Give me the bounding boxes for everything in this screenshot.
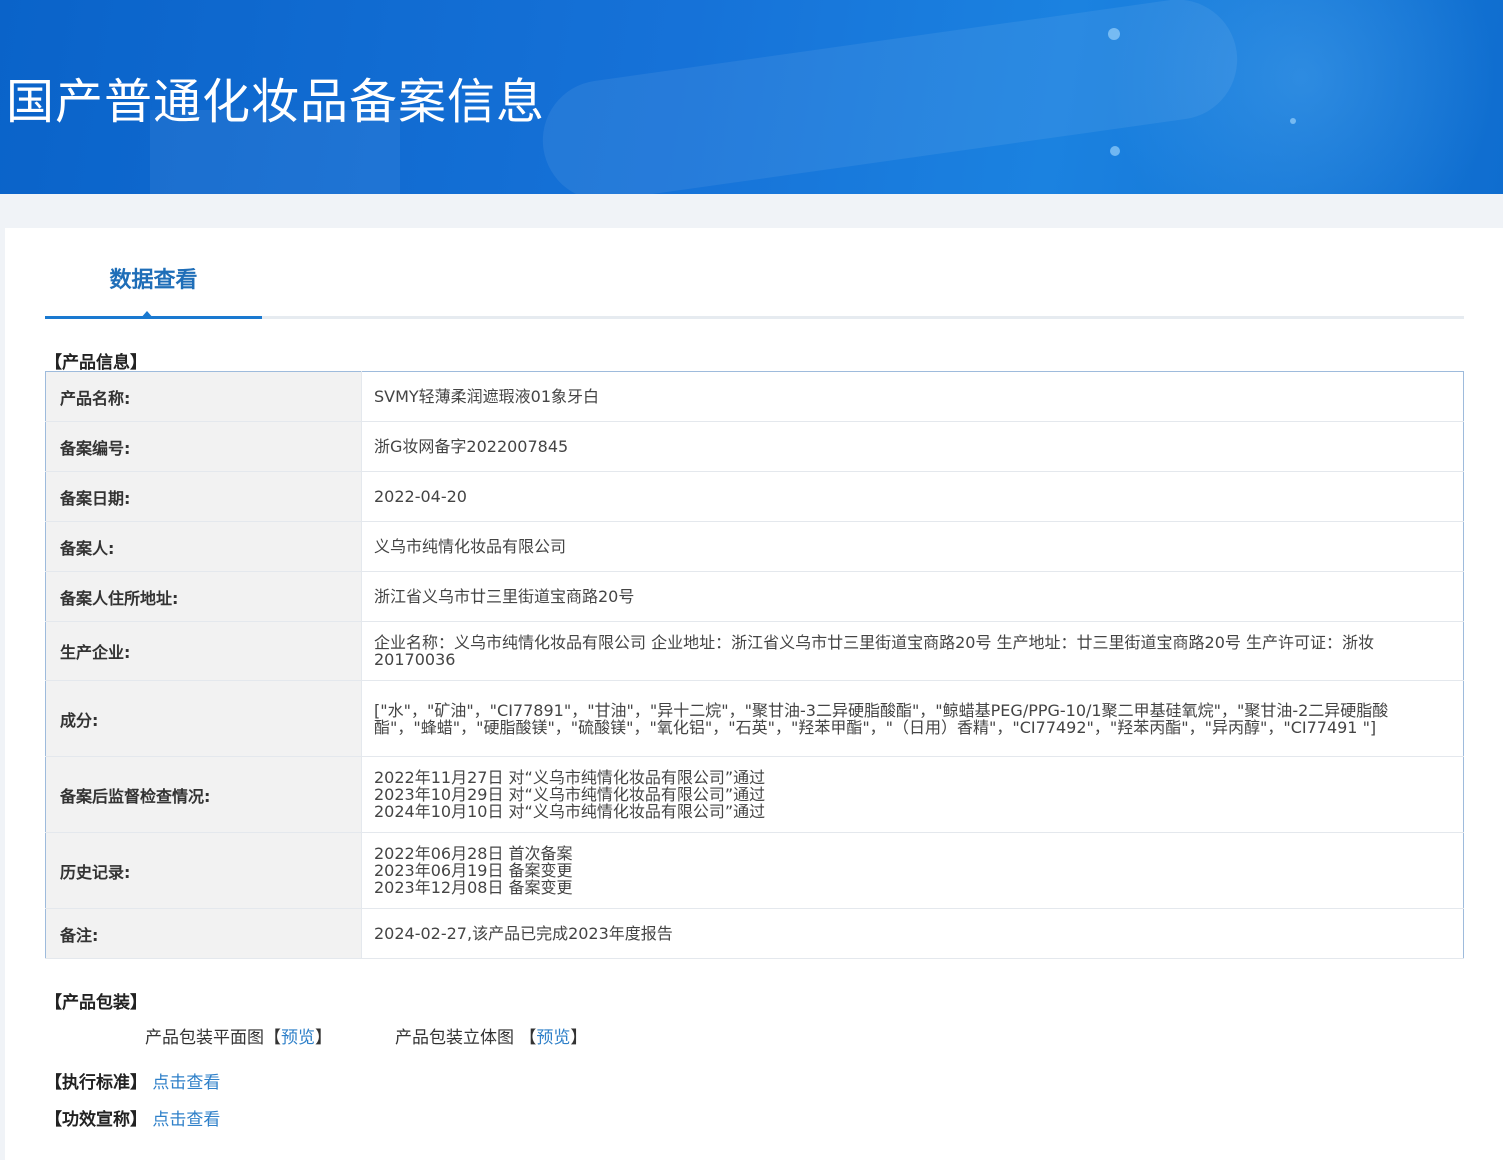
preview-solid-link[interactable]: 预览 [536, 1028, 570, 1048]
tab-data-view[interactable]: 数据查看 [45, 258, 262, 319]
info-row: 产品名称: SVMY轻薄柔润遮瑕液01象牙白 [45, 371, 1464, 422]
execution-standard-row: 【执行标准】 点击查看 [45, 1068, 220, 1093]
product-info-table: 产品名称: SVMY轻薄柔润遮瑕液01象牙白 备案编号: 浙G妆网备字20220078… [45, 371, 1464, 959]
banner-dot [1108, 28, 1120, 40]
bracket: 【 [519, 1028, 537, 1048]
content-panel: 数据查看 【产品信息】 产品名称: SVMY轻薄柔润遮瑕液01象牙白 备案编号: 浙G… [5, 228, 1503, 1160]
packaging-flat-item: 产品包装平面图【预览】 [145, 1023, 332, 1048]
bracket: 【 [264, 1028, 281, 1048]
info-row-label: 备注: [45, 908, 362, 959]
bracket: 】 [570, 1028, 588, 1048]
info-value-line: 2023年10月29日 对“义乌市纯情化妆品有限公司”通过 [374, 785, 766, 804]
info-row-label: 备案人: [45, 521, 362, 572]
info-row-value: 2022年11月27日 对“义乌市纯情化妆品有限公司”通过 2023年10月29日… [361, 756, 1464, 833]
info-row: 成分: ["水"，"矿油"，"CI77891"，"甘油"，"异十二烷"，"聚甘油-… [45, 680, 1464, 757]
efficacy-claim-row: 【功效宣称】 点击查看 [45, 1105, 220, 1130]
info-value-line: 2022年11月27日 对“义乌市纯情化妆品有限公司”通过 [374, 768, 766, 787]
info-value-line: 2023年12月08日 备案变更 [374, 878, 573, 897]
info-row: 备案编号: 浙G妆网备字2022007845 [45, 421, 1464, 472]
info-row-value: 企业名称：义乌市纯情化妆品有限公司 企业地址：浙江省义乌市廿三里街道宝商路20号… [361, 621, 1464, 681]
info-row: 备注: 2024-02-27,该产品已完成2023年度报告 [45, 908, 1464, 959]
info-row-value: 2022年06月28日 首次备案 2023年06月19日 备案变更 2023年12月… [361, 832, 1464, 909]
info-row-label: 生产企业: [45, 621, 362, 681]
section-title-packaging: 【产品包装】 [45, 993, 147, 1013]
info-row: 备案后监督检查情况: 2022年11月27日 对“义乌市纯情化妆品有限公司”通过 2… [45, 756, 1464, 833]
info-value-line: 2024年10月10日 对“义乌市纯情化妆品有限公司”通过 [374, 802, 766, 821]
tab-label: 数据查看 [109, 268, 198, 293]
preview-flat-link[interactable]: 预览 [281, 1028, 315, 1048]
banner-dot [1110, 146, 1120, 156]
section-title-product-info: 【产品信息】 [45, 353, 147, 373]
info-row-label: 备案后监督检查情况: [45, 756, 362, 833]
info-row-value: ["水"，"矿油"，"CI77891"，"甘油"，"异十二烷"，"聚甘油-3二异… [361, 680, 1464, 757]
packaging-solid-item: 产品包装立体图 【预览】 [395, 1023, 587, 1048]
packaging-flat-label: 产品包装平面图 [145, 1028, 264, 1048]
info-value-line: 2022年06月28日 首次备案 [374, 844, 573, 863]
info-row-label: 成分: [45, 680, 362, 757]
efficacy-claim-link[interactable]: 点击查看 [152, 1110, 220, 1130]
info-row-value: 浙江省义乌市廿三里街道宝商路20号 [361, 571, 1464, 622]
info-row-label: 历史记录: [45, 832, 362, 909]
info-row: 备案人住所地址: 浙江省义乌市廿三里街道宝商路20号 [45, 571, 1464, 622]
info-row: 历史记录: 2022年06月28日 首次备案 2023年06月19日 备案变更 202… [45, 832, 1464, 909]
info-row-value: 义乌市纯情化妆品有限公司 [361, 521, 1464, 572]
bracket: 】 [315, 1028, 332, 1048]
banner-dot [1290, 118, 1296, 124]
info-value-line: 2023年06月19日 备案变更 [374, 861, 573, 880]
tab-active-indicator [140, 311, 154, 319]
efficacy-claim-label: 【功效宣称】 [45, 1110, 147, 1130]
tab-bar: 数据查看 [45, 258, 1464, 319]
packaging-solid-label: 产品包装立体图 [395, 1028, 520, 1048]
page-title: 国产普通化妆品备案信息 [6, 74, 546, 130]
execution-standard-link[interactable]: 点击查看 [152, 1073, 220, 1093]
info-row-value: 2022-04-20 [361, 471, 1464, 522]
info-row-value: SVMY轻薄柔润遮瑕液01象牙白 [361, 371, 1464, 422]
info-row: 生产企业: 企业名称：义乌市纯情化妆品有限公司 企业地址：浙江省义乌市廿三里街道宝… [45, 621, 1464, 681]
info-row-label: 产品名称: [45, 371, 362, 422]
info-row-label: 备案人住所地址: [45, 571, 362, 622]
info-row-value: 浙G妆网备字2022007845 [361, 421, 1464, 472]
info-row-value: 2024-02-27,该产品已完成2023年度报告 [361, 908, 1464, 959]
execution-standard-label: 【执行标准】 [45, 1073, 147, 1093]
info-row-label: 备案日期: [45, 471, 362, 522]
info-row: 备案人: 义乌市纯情化妆品有限公司 [45, 521, 1464, 572]
info-row-label: 备案编号: [45, 421, 362, 472]
info-row: 备案日期: 2022-04-20 [45, 471, 1464, 522]
page-header-banner: 国产普通化妆品备案信息 [0, 0, 1503, 194]
